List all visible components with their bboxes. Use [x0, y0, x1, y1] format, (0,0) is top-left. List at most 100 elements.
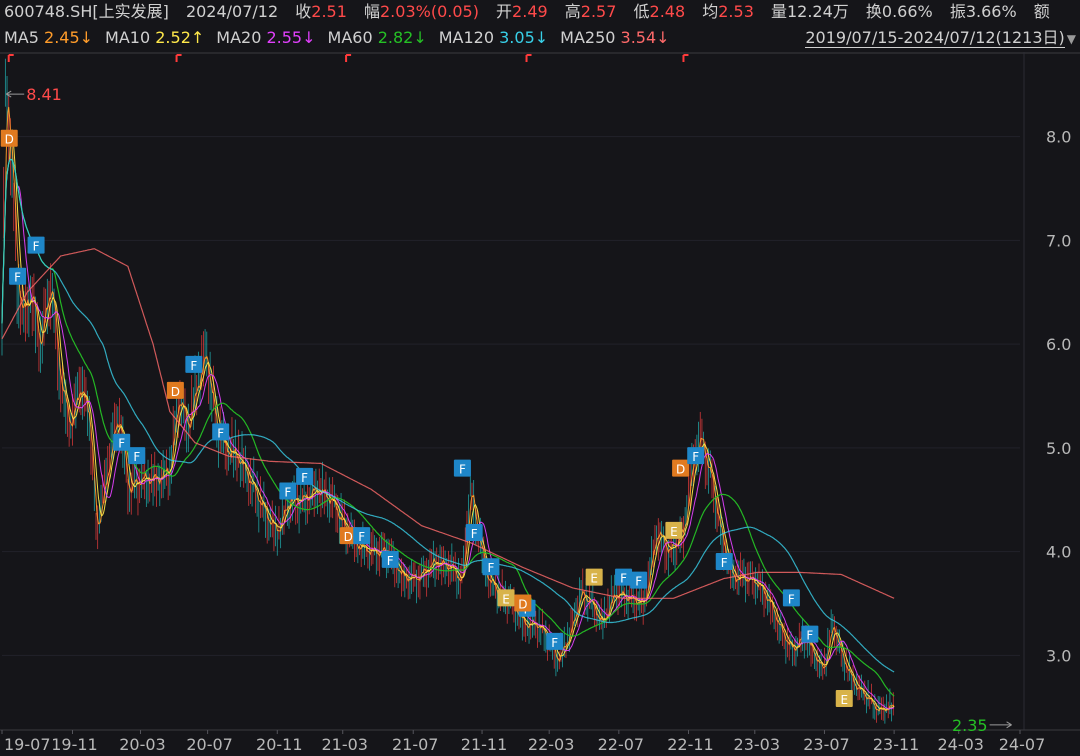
event-marker-f: F: [453, 459, 471, 477]
event-marker-f: F: [185, 355, 203, 373]
change-label: 幅: [363, 2, 380, 21]
ma-legend-value: 3.54↓: [620, 28, 670, 47]
low-value: 2.48: [649, 2, 686, 21]
ma-legend-name: MA10: [105, 28, 156, 47]
ma-legend-name: MA20: [216, 28, 267, 47]
quote-date: 2024/07/12: [185, 2, 279, 21]
date-range-text[interactable]: 2019/07/15-2024/07/12(1213日): [805, 28, 1065, 48]
marker-letter: F: [217, 426, 224, 440]
x-tick-label: 24-07: [999, 735, 1046, 754]
event-marker-d: D: [166, 381, 184, 399]
marker-letter: F: [471, 527, 478, 541]
ma-legend-value: 3.05↓: [499, 28, 549, 47]
event-marker-f: F: [546, 632, 564, 650]
x-tick-label: 22-03: [528, 735, 575, 754]
event-marker-f: F: [465, 523, 483, 541]
x-tick-label: 20-11: [256, 735, 303, 754]
x-tick-label: 23-11: [873, 735, 920, 754]
avg-value: 2.53: [718, 2, 754, 21]
high-value: 2.57: [580, 2, 617, 21]
marker-letter: D: [5, 133, 14, 147]
event-marker-d: D: [672, 459, 690, 477]
marker-letter: F: [620, 572, 627, 586]
ma-legend-name: MA120: [438, 28, 500, 47]
chart-background: [0, 52, 1080, 756]
x-tick-label: 19-07: [4, 735, 51, 754]
event-marker-e: E: [585, 568, 603, 586]
marker-letter: D: [518, 598, 527, 612]
avg-label: 均: [702, 2, 719, 21]
event-marker-f: F: [782, 589, 800, 607]
marker-letter: F: [284, 485, 291, 499]
marker-letter: F: [487, 561, 494, 575]
marker-letter: D: [344, 530, 353, 544]
dropdown-arrow-icon[interactable]: ▼: [1067, 32, 1076, 46]
ma-legend-value: 2.45↓: [44, 28, 94, 47]
marker-letter: E: [840, 693, 848, 707]
y-tick-label: 3.0: [1046, 646, 1071, 665]
low-label: 低: [633, 2, 650, 21]
marker-letter: F: [358, 530, 365, 544]
marker-letter: F: [33, 240, 40, 254]
event-marker-f: F: [27, 236, 45, 254]
ma-legend-value: 2.82↓: [377, 28, 427, 47]
event-marker-f: F: [801, 625, 819, 643]
event-marker-f: F: [113, 433, 131, 451]
y-tick-label: 8.0: [1046, 128, 1071, 147]
amplitude-label: 振: [949, 2, 966, 21]
marker-letter: F: [118, 437, 125, 451]
close-label: 收: [295, 2, 312, 21]
event-marker-d: D: [514, 594, 532, 612]
turnover-value: 0.66%: [881, 2, 933, 21]
price-chart[interactable]: 8.0 7.0 6.0 5.0 4.0 3.0 19-07 19-11 20-03 20-07 20…: [0, 52, 1080, 756]
marker-letter: F: [190, 359, 197, 373]
min-price-label: 2.35: [952, 716, 988, 735]
x-tick-label: 22-11: [667, 735, 714, 754]
x-tick-label: 24-03: [937, 735, 984, 754]
volume-value: 12.24万: [786, 2, 849, 21]
marker-letter: E: [590, 572, 598, 586]
event-marker-f: F: [381, 550, 399, 568]
high-label: 高: [564, 2, 581, 21]
marker-letter: F: [806, 629, 813, 643]
marker-letter: F: [551, 636, 558, 650]
ma-legend-name: MA60: [327, 28, 378, 47]
x-tick-label: 20-03: [119, 735, 166, 754]
event-marker-f: F: [296, 467, 314, 485]
marker-letter: E: [670, 525, 678, 539]
y-tick-label: 5.0: [1046, 439, 1071, 458]
x-tick-label: 21-03: [321, 735, 368, 754]
x-tick-label: 23-03: [734, 735, 781, 754]
amount-label: 额: [1033, 2, 1050, 21]
marker-letter: D: [171, 385, 180, 399]
marker-letter: F: [721, 556, 728, 570]
event-marker-f: F: [482, 558, 500, 576]
y-tick-label: 4.0: [1046, 543, 1071, 562]
ma-legend-name: MA250: [560, 28, 621, 47]
x-tick-label: 20-07: [186, 735, 233, 754]
event-marker-e: E: [665, 521, 683, 539]
event-marker-e: E: [835, 689, 853, 707]
event-marker-f: F: [279, 482, 297, 500]
x-tick-label: 22-07: [598, 735, 645, 754]
event-marker-d: D: [0, 129, 18, 147]
ma-legend-name: MA5: [4, 28, 45, 47]
event-marker-f: F: [615, 568, 633, 586]
ma-legend: MA5 2.45↓ MA10 2.52↑ MA20 2.55↓ MA60 2.82↓ M…: [4, 27, 682, 49]
event-marker-f: F: [128, 447, 146, 465]
x-tick-label: 23-07: [803, 735, 850, 754]
marker-letter: F: [301, 471, 308, 485]
amplitude-value: 3.66%: [965, 2, 1017, 21]
close-value: 2.51: [311, 2, 347, 21]
event-marker-f: F: [715, 553, 733, 570]
date-range-selector[interactable]: 2019/07/15-2024/07/12(1213日) ▼: [805, 27, 1076, 50]
x-tick-label: 21-11: [461, 735, 508, 754]
marker-letter: F: [14, 271, 21, 285]
open-label: 开: [496, 2, 513, 21]
event-marker-f: F: [630, 571, 648, 589]
x-tick-label: 21-07: [392, 735, 439, 754]
marker-letter: D: [676, 463, 685, 477]
marker-letter: F: [387, 554, 394, 568]
volume-label: 量: [770, 2, 787, 21]
marker-letter: E: [502, 592, 510, 606]
